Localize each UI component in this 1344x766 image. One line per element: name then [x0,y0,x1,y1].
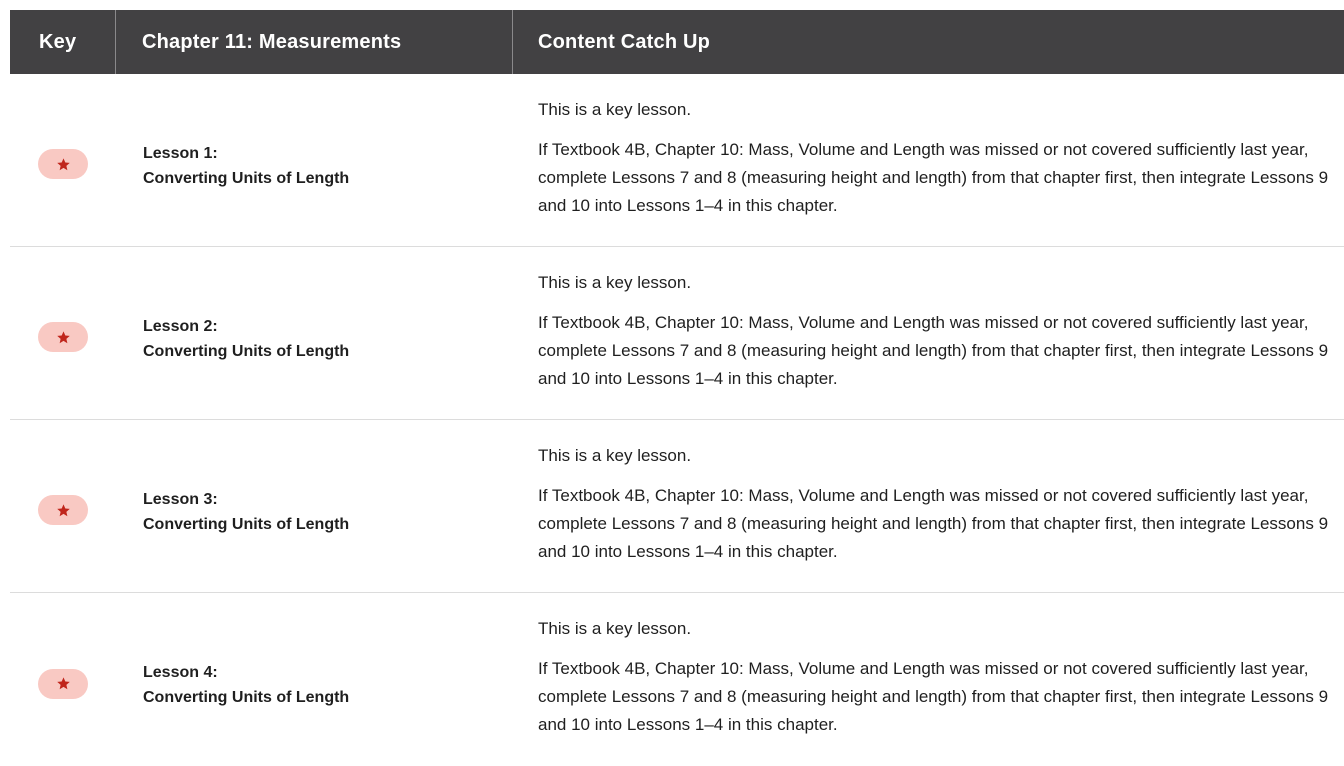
key-lesson-badge [38,322,88,352]
star-icon [56,503,70,516]
key-lesson-note: This is a key lesson. [538,446,692,465]
lesson-cell: Lesson 4: Converting Units of Length [116,593,513,766]
table-row: Lesson 3: Converting Units of Length Thi… [10,420,1344,593]
content-text: If Textbook 4B, Chapter 10: Mass, Volume… [538,659,1329,734]
lesson-subtitle: Converting Units of Length [143,169,350,187]
header-key: Key [10,10,116,74]
lesson-cell: Lesson 1: Converting Units of Length [116,74,513,246]
key-lesson-note: This is a key lesson. [538,273,692,292]
star-icon [56,157,70,170]
lesson-subtitle: Converting Units of Length [143,689,350,706]
catch-up-table: Key Chapter 11: Measurements Content Cat… [10,10,1344,766]
key-lesson-badge [38,668,88,699]
key-lesson-note: This is a key lesson. [538,100,692,119]
content-cell: This is a key lesson. If Textbook 4B, Ch… [513,74,1344,246]
content-text: If Textbook 4B, Chapter 10: Mass, Volume… [538,313,1329,388]
content-text: If Textbook 4B, Chapter 10: Mass, Volume… [538,140,1329,215]
key-lesson-badge [38,495,88,525]
lesson-cell: Lesson 2: Converting Units of Length [116,247,513,419]
key-cell [10,74,116,246]
lesson-title: Lesson 4: [143,664,218,681]
lesson-cell: Lesson 3: Converting Units of Length [116,420,513,592]
key-cell [10,593,116,766]
key-cell [10,420,116,592]
key-lesson-badge [38,149,88,179]
content-text: If Textbook 4B, Chapter 10: Mass, Volume… [538,486,1329,561]
lesson-title: Lesson 1: [143,144,218,162]
star-icon [56,330,70,343]
content-cell: This is a key lesson. If Textbook 4B, Ch… [513,247,1344,419]
key-cell [10,247,116,419]
lesson-title: Lesson 3: [143,490,218,508]
header-chapter: Chapter 11: Measurements [116,10,513,74]
table-header: Key Chapter 11: Measurements Content Cat… [10,10,1344,74]
content-cell: This is a key lesson. If Textbook 4B, Ch… [513,593,1344,766]
table-row: Lesson 2: Converting Units of Length Thi… [10,247,1344,420]
star-icon [56,677,70,690]
lesson-subtitle: Converting Units of Length [143,515,350,533]
lesson-subtitle: Converting Units of Length [143,342,350,360]
lesson-title: Lesson 2: [143,317,218,335]
key-lesson-note: This is a key lesson. [538,619,692,638]
header-content: Content Catch Up [538,30,711,53]
table-row: Lesson 4: Converting Units of Length Thi… [10,593,1344,766]
table-row: Lesson 1: Converting Units of Length Thi… [10,74,1344,247]
content-cell: This is a key lesson. If Textbook 4B, Ch… [513,420,1344,592]
